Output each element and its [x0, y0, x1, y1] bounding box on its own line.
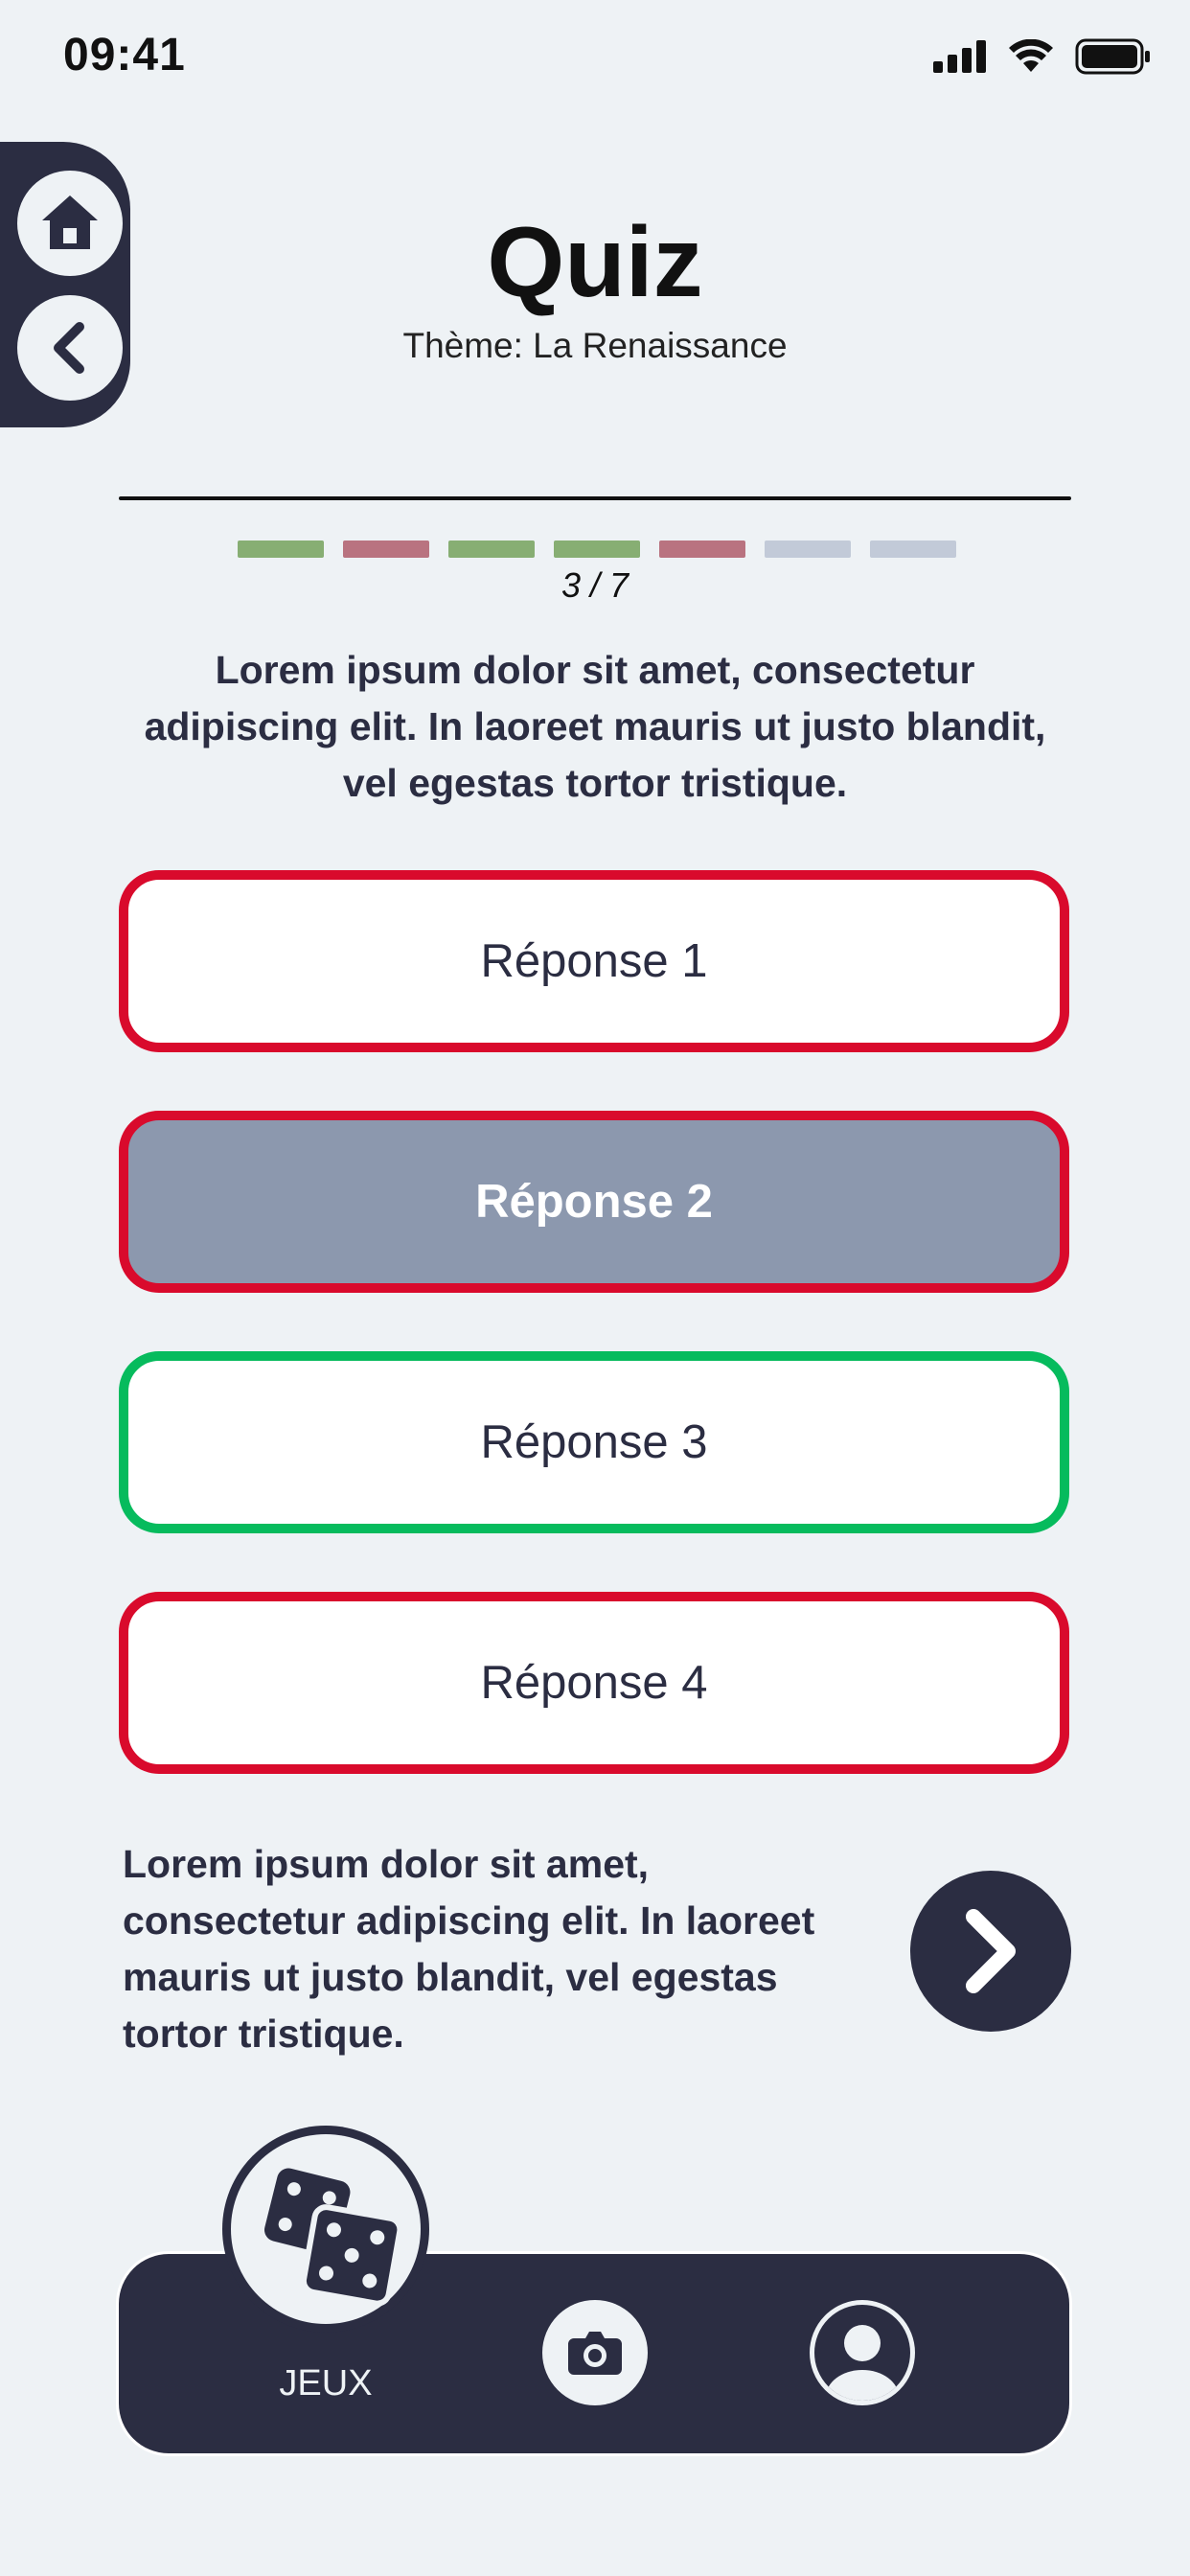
- nav-games-button[interactable]: [222, 2126, 429, 2333]
- answer-3-button[interactable]: Réponse 3: [119, 1351, 1069, 1533]
- page-title: Quiz: [487, 207, 703, 318]
- progress-bar: [238, 540, 956, 558]
- progress-segment-5: [659, 540, 745, 558]
- progress-segment-3: [448, 540, 535, 558]
- divider: [119, 496, 1071, 500]
- explanation-text: Lorem ipsum dolor sit amet, consectetur …: [123, 1842, 815, 2056]
- progress-segment-4: [554, 540, 640, 558]
- quiz-theme: Thème: La Renaissance: [402, 326, 788, 365]
- nav-profile-button[interactable]: [810, 2300, 915, 2405]
- answer-1-button[interactable]: Réponse 1: [119, 870, 1069, 1052]
- next-button[interactable]: [910, 1871, 1071, 2032]
- answer-2-button[interactable]: Réponse 2: [119, 1111, 1069, 1293]
- progress-segment-2: [343, 540, 429, 558]
- progress-count: 3 / 7: [561, 565, 629, 605]
- progress-segment-7: [870, 540, 956, 558]
- battery-icon: [1075, 38, 1150, 75]
- answer-label: Réponse 1: [480, 935, 708, 987]
- nav-camera-button[interactable]: [542, 2300, 648, 2405]
- camera-icon: [568, 2332, 622, 2375]
- question-text: Lorem ipsum dolor sit amet, consectetur …: [144, 648, 1046, 805]
- answer-4-button[interactable]: Réponse 4: [119, 1592, 1069, 1774]
- answer-label: Réponse 2: [475, 1176, 713, 1228]
- status-icons: [933, 38, 1152, 75]
- profile-icon: [826, 2325, 899, 2401]
- signal-icon: [933, 40, 986, 73]
- answer-label: Réponse 3: [480, 1416, 708, 1468]
- progress-segment-6: [765, 540, 851, 558]
- status-time: 09:41: [63, 30, 186, 80]
- wifi-icon: [1009, 39, 1053, 72]
- dice-icon: [263, 2168, 402, 2306]
- chevron-right-icon: [966, 1909, 1016, 1993]
- progress-segment-1: [238, 540, 324, 558]
- answer-label: Réponse 4: [480, 1657, 708, 1709]
- nav-games-label: JEUX: [279, 2363, 373, 2404]
